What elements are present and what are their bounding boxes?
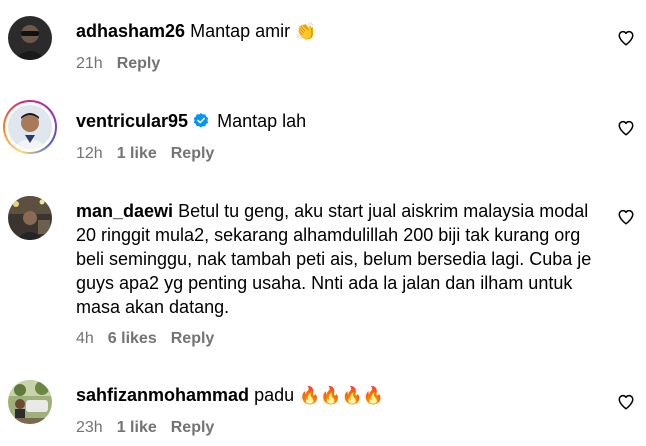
- comment-item: sahfizanmohammad padu 🔥🔥🔥🔥 23h 1 like Repl…: [0, 358, 646, 446]
- comment-time: 12h: [76, 145, 103, 162]
- comment-username[interactable]: ventricular95: [76, 111, 188, 131]
- comment-text: Mantap lah: [217, 111, 307, 131]
- comment-text-block: sahfizanmohammad padu 🔥🔥🔥🔥: [76, 383, 596, 408]
- reply-button[interactable]: Reply: [171, 330, 215, 347]
- comment-text-block: adhasham26 Mantap amir 👏: [76, 19, 596, 44]
- comment-item: adhasham26 Mantap amir 👏 21h Reply: [0, 0, 646, 90]
- comment-meta: 23h 1 like Reply: [76, 418, 228, 438]
- heart-outline-icon[interactable]: [617, 393, 635, 411]
- avatar[interactable]: [8, 196, 52, 240]
- comment-username[interactable]: sahfizanmohammad: [76, 385, 249, 405]
- fire-emoji: 🔥🔥🔥🔥: [299, 386, 384, 405]
- reply-button[interactable]: Reply: [171, 145, 215, 162]
- comment-username[interactable]: man_daewi: [76, 201, 173, 221]
- comment-text: padu: [254, 385, 295, 405]
- likes-count[interactable]: 1 like: [117, 419, 157, 436]
- heart-outline-icon[interactable]: [617, 29, 635, 47]
- comment-meta: 12h 1 like Reply: [76, 144, 228, 164]
- heart-outline-icon[interactable]: [617, 119, 635, 137]
- heart-outline-icon[interactable]: [617, 208, 635, 226]
- comment-time: 23h: [76, 419, 103, 436]
- comment-item: man_daewi Betul tu geng, aku start jual …: [0, 180, 646, 358]
- likes-count[interactable]: 1 like: [117, 145, 157, 162]
- avatar: [8, 105, 52, 149]
- comment-item: ventricular95 Mantap lah 12h 1 like Reply: [0, 90, 646, 180]
- likes-count[interactable]: 6 likes: [108, 330, 157, 347]
- clapping-hands-emoji: 👏: [295, 22, 317, 41]
- comment-time: 4h: [76, 330, 94, 347]
- comment-time: 21h: [76, 55, 103, 72]
- avatar[interactable]: [8, 16, 52, 60]
- story-ring[interactable]: [3, 100, 57, 154]
- comment-username[interactable]: adhasham26: [76, 21, 185, 41]
- verified-badge-icon: [193, 113, 209, 128]
- avatar[interactable]: [8, 380, 52, 424]
- comment-text-block: ventricular95 Mantap lah: [76, 109, 596, 133]
- comment-text-block: man_daewi Betul tu geng, aku start jual …: [76, 199, 598, 319]
- comment-text: Mantap amir: [190, 21, 291, 41]
- comment-meta: 21h Reply: [76, 54, 174, 74]
- reply-button[interactable]: Reply: [117, 55, 161, 72]
- reply-button[interactable]: Reply: [171, 419, 215, 436]
- comment-meta: 4h 6 likes Reply: [76, 329, 228, 349]
